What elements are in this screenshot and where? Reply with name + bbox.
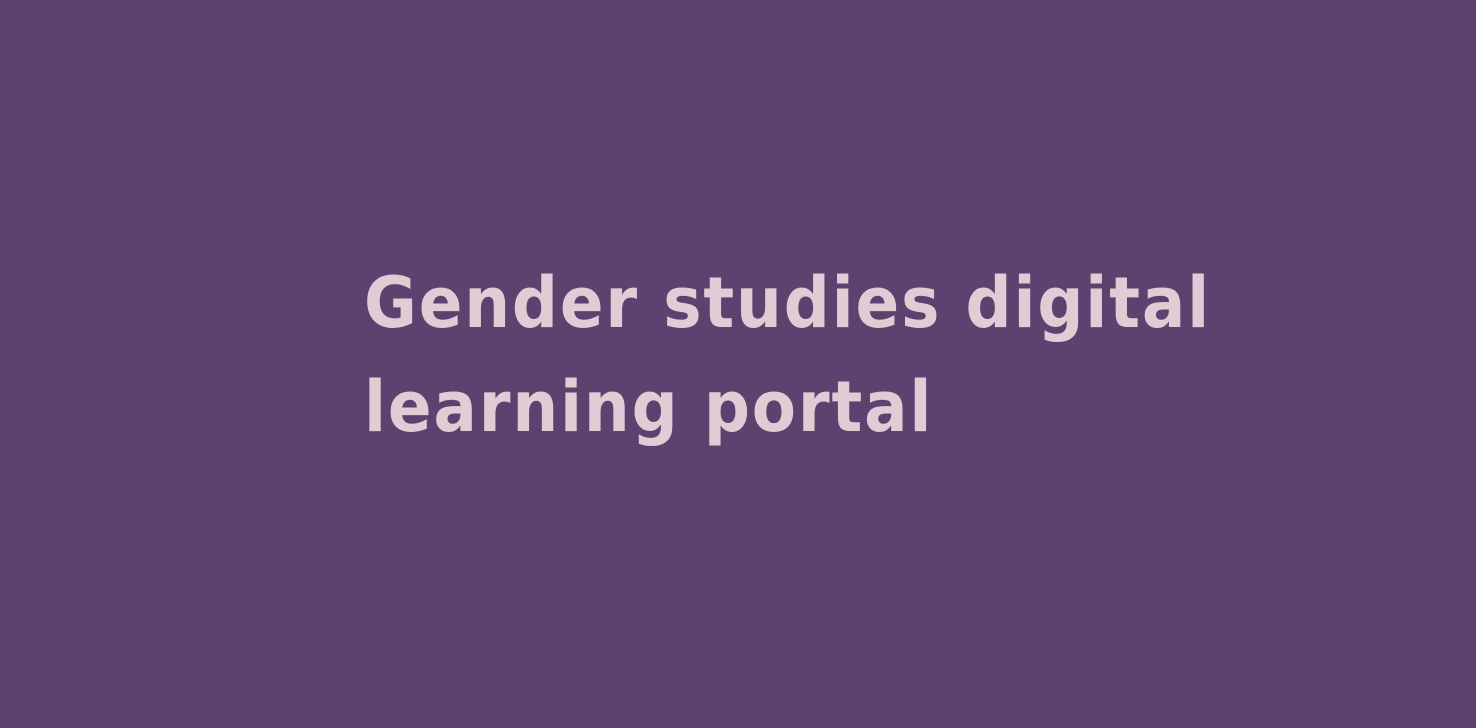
page-title: Gender studies digital learning portal bbox=[364, 258, 1209, 470]
title-line-2: learning portal bbox=[364, 366, 934, 448]
